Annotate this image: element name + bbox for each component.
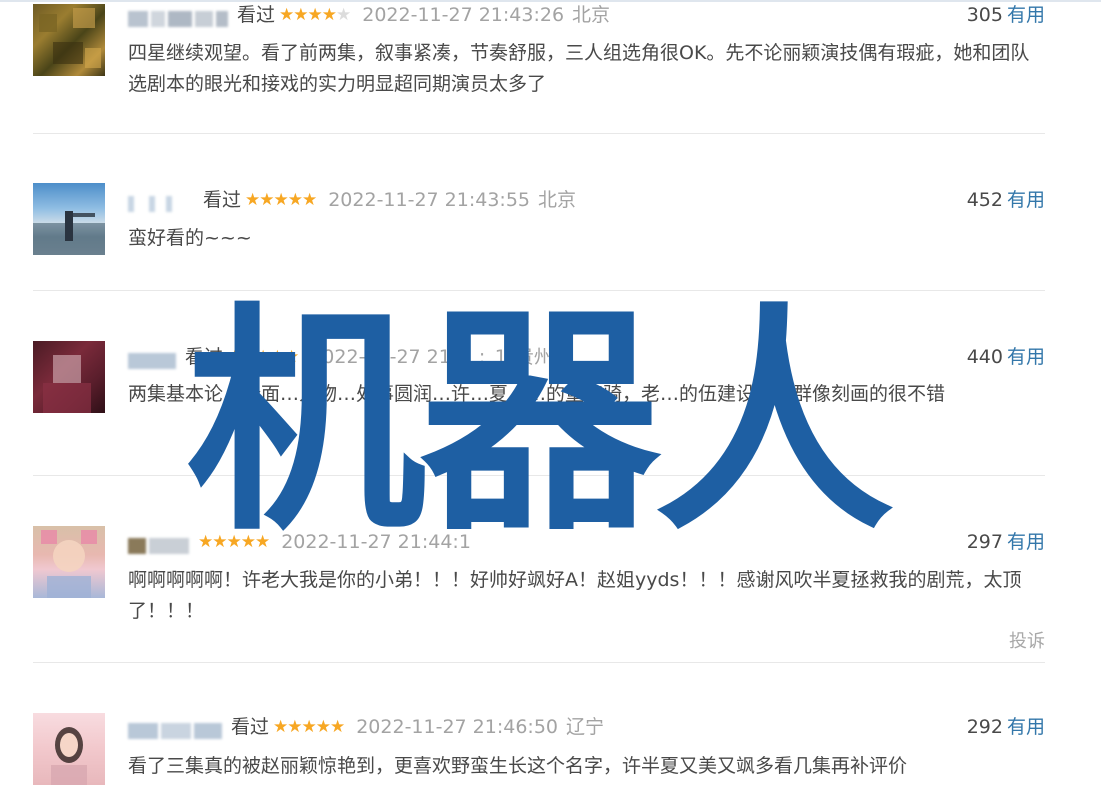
- username-blurred[interactable]: [128, 349, 179, 369]
- vote-area: 305 有用: [967, 1, 1045, 29]
- vote-count: 452: [966, 189, 1003, 211]
- watched-label: 看过: [237, 4, 276, 26]
- comment-meta: 看过 ★★★★★ 2022-11-27 21:46:50 辽宁: [128, 713, 604, 741]
- comment-location: 北京: [572, 4, 611, 26]
- comment-meta: 看过 ★★★★★ 2022-11-27 21:43:26 北京: [128, 1, 610, 29]
- comment-content: 四星继续观望。看了前两集，叙事紧凑，节奏舒服，三人组选角很OK。先不论丽颖演技偶…: [128, 42, 1030, 95]
- vote-area: 452 有用: [967, 186, 1045, 214]
- divider: [33, 662, 1045, 663]
- comment-content: 看了三集真的被赵丽颖惊艳到，更喜欢野蛮生长这个名字，许半夏又美又飒多看几集再补评…: [128, 755, 908, 777]
- rating-stars: ★★★★★: [273, 717, 345, 737]
- comment-content: 啊啊啊啊啊！许老大我是你的小弟！！！好帅好飒好A！赵姐yyds！！！感谢风吹半夏…: [128, 569, 1022, 622]
- comment-content: 蛮好看的~~~: [128, 227, 252, 249]
- vote-area: 297 有用: [967, 528, 1045, 556]
- useful-link[interactable]: 有用: [1007, 189, 1045, 211]
- username-blurred[interactable]: [128, 534, 192, 554]
- avatar[interactable]: [33, 341, 105, 413]
- vote-count: 292: [966, 716, 1003, 738]
- username-blurred[interactable]: [128, 7, 231, 27]
- useful-link[interactable]: 有用: [1007, 4, 1045, 26]
- vote-area: 440 有用: [967, 343, 1045, 371]
- vote-count: 305: [966, 4, 1003, 26]
- rating-stars: ★★★★★: [245, 190, 317, 210]
- watermark-text: 机器人: [186, 283, 894, 563]
- comment-location: 辽宁: [566, 716, 605, 738]
- vote-count: 440: [966, 346, 1003, 368]
- avatar[interactable]: [33, 713, 105, 785]
- watched-label: 看过: [203, 189, 242, 211]
- avatar[interactable]: [33, 526, 105, 598]
- comment-time: 2022-11-27 21:46:50: [356, 716, 559, 738]
- comment-location: 北京: [538, 189, 577, 211]
- comment-time: 2022-11-27 21:43:26: [362, 4, 565, 26]
- useful-link[interactable]: 有用: [1007, 346, 1045, 368]
- report-link[interactable]: 投诉: [1009, 627, 1045, 653]
- vote-count: 297: [966, 531, 1003, 553]
- rating-stars: ★★★★★: [279, 5, 351, 25]
- useful-link[interactable]: 有用: [1007, 716, 1045, 738]
- divider: [33, 133, 1045, 134]
- comment-time: 2022-11-27 21:43:55: [328, 189, 531, 211]
- avatar[interactable]: [33, 183, 105, 255]
- watched-label: 看过: [231, 716, 270, 738]
- comment-meta: 看过 ★★★★★ 2022-11-27 21:43:55 北京: [128, 186, 576, 214]
- username-blurred[interactable]: [128, 192, 197, 212]
- vote-area: 292 有用: [967, 713, 1045, 741]
- avatar[interactable]: [33, 4, 105, 76]
- useful-link[interactable]: 有用: [1007, 531, 1045, 553]
- username-blurred[interactable]: [128, 719, 225, 739]
